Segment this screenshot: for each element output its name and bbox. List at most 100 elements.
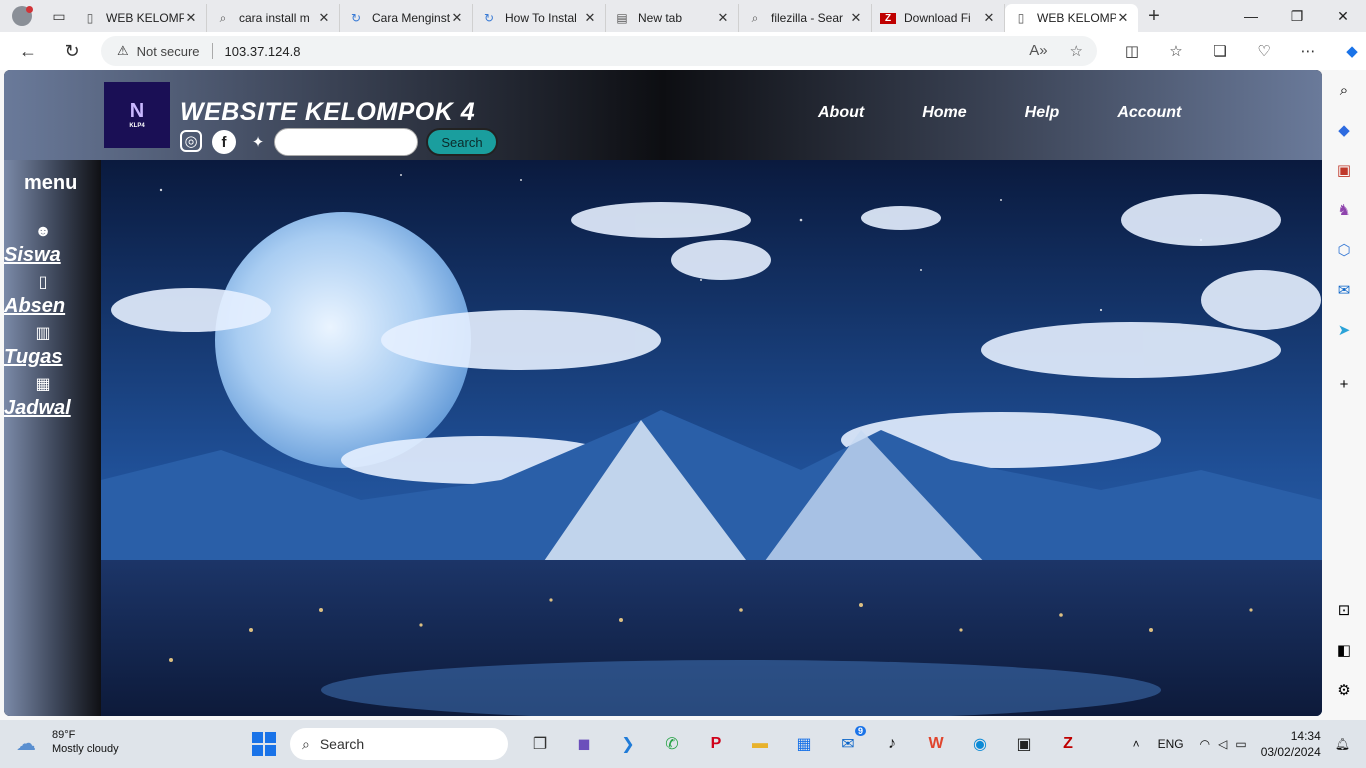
terminal-icon[interactable]: ▣ xyxy=(1002,726,1046,762)
close-icon[interactable]: ✕ xyxy=(982,10,996,26)
tab-title: New tab xyxy=(638,11,683,25)
tab-actions-icon[interactable]: ▭ xyxy=(44,0,74,32)
twitter-icon[interactable]: ✦ xyxy=(246,130,270,154)
menu-item-siswa[interactable]: ☻ Siswa xyxy=(4,220,82,267)
vscode-icon[interactable]: ❯ xyxy=(606,726,650,762)
close-icon[interactable]: ✕ xyxy=(583,10,597,26)
browser-tab-bar: ▭ ▯WEB KELOMPOK 4✕ ⌕cara install m✕ ↻Car… xyxy=(0,0,1366,32)
tab-1[interactable]: ▯ WEB KELOMPOK 4✕ xyxy=(74,4,207,32)
warning-icon: ⚠ xyxy=(117,43,129,58)
taskbar-search-label: Search xyxy=(319,736,365,752)
task-view-icon[interactable]: ❐ xyxy=(518,726,562,762)
copilot-icon[interactable]: ◆ xyxy=(1330,42,1366,60)
tab-6[interactable]: ⌕ filezilla - Sear ✕ xyxy=(739,4,872,32)
tab-title: filezilla - Sear xyxy=(771,11,844,25)
weather-widget[interactable]: ☁ 89°F Mostly cloudy xyxy=(16,728,119,756)
file-explorer-icon[interactable]: ▬ xyxy=(738,726,782,762)
read-aloud-icon[interactable]: A» xyxy=(1029,42,1047,60)
close-icon[interactable]: ✕ xyxy=(716,10,730,26)
back-icon[interactable]: ← xyxy=(6,41,50,62)
nav-account[interactable]: Account xyxy=(1117,104,1181,122)
notifications-icon[interactable]: 🔔︎ xyxy=(1335,737,1350,751)
send-icon[interactable]: ➤ xyxy=(1322,310,1366,350)
tab-7[interactable]: Z Download Fi ✕ xyxy=(872,4,1005,32)
microsoft365-icon[interactable]: ⬡ xyxy=(1322,230,1366,270)
tab-5[interactable]: ▤ New tab ✕ xyxy=(606,4,739,32)
outlook-icon[interactable]: ✉ xyxy=(1322,270,1366,310)
night-landscape-illustration xyxy=(101,160,1322,716)
restore-icon[interactable]: ❐ xyxy=(1274,0,1320,32)
tab-4[interactable]: ↻ How To Instal ✕ xyxy=(473,4,606,32)
pinterest-icon[interactable]: P xyxy=(694,726,738,762)
notification-dot xyxy=(26,6,33,13)
facebook-icon[interactable]: f xyxy=(212,130,236,154)
favorite-star-icon[interactable]: ☆ xyxy=(1070,42,1083,60)
filezilla-icon[interactable]: Z xyxy=(1046,726,1090,762)
add-icon[interactable]: + xyxy=(1322,364,1366,404)
favorites-icon[interactable]: ☆ xyxy=(1154,42,1198,60)
windows-start-icon[interactable] xyxy=(252,732,276,756)
close-icon[interactable]: ✕ xyxy=(317,10,331,26)
tab-2[interactable]: ⌕ cara install m ✕ xyxy=(207,4,340,32)
chevron-up-icon[interactable]: ˄ xyxy=(1133,737,1140,751)
site-search-input[interactable] xyxy=(274,128,418,156)
refresh-icon[interactable]: ↻ xyxy=(50,41,94,62)
collections-icon[interactable]: ❏ xyxy=(1198,42,1242,60)
nav-about[interactable]: About xyxy=(818,104,864,122)
menu-title: menu xyxy=(24,172,78,194)
close-icon[interactable]: ✕ xyxy=(450,10,464,26)
site-logo[interactable]: N KLP4 xyxy=(104,82,170,148)
clock[interactable]: 14:34 03/02/2024 xyxy=(1261,728,1321,760)
shopping-tag-icon[interactable]: ◆ xyxy=(1322,110,1366,150)
close-icon[interactable]: ✕ xyxy=(849,10,863,26)
profile-button[interactable] xyxy=(0,0,44,32)
sidebar-toggle-icon[interactable]: ◧ xyxy=(1322,630,1366,670)
tab-3[interactable]: ↻ Cara Menginst ✕ xyxy=(340,4,473,32)
close-window-icon[interactable]: ✕ xyxy=(1320,0,1366,32)
performance-icon[interactable]: ♡ xyxy=(1242,42,1286,60)
screenshot-icon[interactable]: ⊡ xyxy=(1322,590,1366,630)
minimize-icon[interactable]: — xyxy=(1228,0,1274,32)
search-button[interactable]: Search xyxy=(426,128,498,156)
cloud-icon: ☁ xyxy=(16,733,36,755)
menu-label[interactable]: Jadwal xyxy=(4,397,71,420)
taskbar-search[interactable]: ⌕ Search xyxy=(290,728,508,760)
close-icon[interactable]: ✕ xyxy=(1116,10,1130,26)
nav-help[interactable]: Help xyxy=(1025,104,1060,122)
settings-icon[interactable]: ⚙ xyxy=(1322,670,1366,710)
close-icon[interactable]: ✕ xyxy=(184,10,198,26)
store-icon[interactable]: ▦ xyxy=(782,726,826,762)
more-icon[interactable]: ⋯ xyxy=(1286,42,1330,60)
menu-item-tugas[interactable]: ▥ Tugas xyxy=(4,322,82,369)
search-icon[interactable]: ⌕ xyxy=(1322,70,1366,110)
tab-title: cara install m xyxy=(239,11,310,25)
new-tab-button[interactable]: + xyxy=(1138,5,1170,28)
menu-item-absen[interactable]: ▯ Absen xyxy=(4,271,82,318)
language-indicator[interactable]: ENG xyxy=(1158,737,1184,751)
whatsapp-icon[interactable]: ✆ xyxy=(650,726,694,762)
menu-label[interactable]: Siswa xyxy=(4,244,61,267)
nav-home[interactable]: Home xyxy=(922,104,966,122)
tab-8-active[interactable]: ▯ WEB KELOMPOK 4✕ xyxy=(1005,4,1138,32)
split-screen-icon[interactable]: ◫ xyxy=(1110,42,1154,60)
battery-icon[interactable]: ▭ xyxy=(1235,737,1246,751)
wps-icon[interactable]: W xyxy=(914,726,958,762)
address-input[interactable]: ⚠ Not secure 103.37.124.8 A» ☆ xyxy=(101,36,1097,66)
wifi-icon[interactable]: ◠ xyxy=(1200,737,1210,751)
users-icon: ☻ xyxy=(34,223,52,240)
tools-icon[interactable]: ▣ xyxy=(1322,150,1366,190)
games-icon[interactable]: ♞ xyxy=(1322,190,1366,230)
outlook-badge-icon[interactable]: ✉ 9 xyxy=(826,726,870,762)
meet-icon[interactable]: ◼ xyxy=(562,726,606,762)
phone-icon: ▯ xyxy=(38,274,48,291)
menu-label[interactable]: Tugas xyxy=(4,346,63,369)
edge-sidebar: ⌕ ◆ ▣ ♞ ⬡ ✉ ➤ + ⊡ ◧ ⚙ xyxy=(1322,70,1366,718)
tiktok-icon[interactable]: ♪ xyxy=(870,726,914,762)
taskbar-apps: ❐ ◼ ❯ ✆ P ▬ ▦ ✉ 9 ♪ W ◉ ▣ Z xyxy=(518,726,1090,762)
loading-icon: ↻ xyxy=(350,11,362,25)
menu-label[interactable]: Absen xyxy=(4,295,65,318)
edge-icon[interactable]: ◉ xyxy=(958,726,1002,762)
menu-item-jadwal[interactable]: ▦ Jadwal xyxy=(4,373,82,420)
instagram-icon[interactable]: ◎ xyxy=(180,130,202,152)
volume-icon[interactable]: ◁ xyxy=(1218,737,1227,751)
